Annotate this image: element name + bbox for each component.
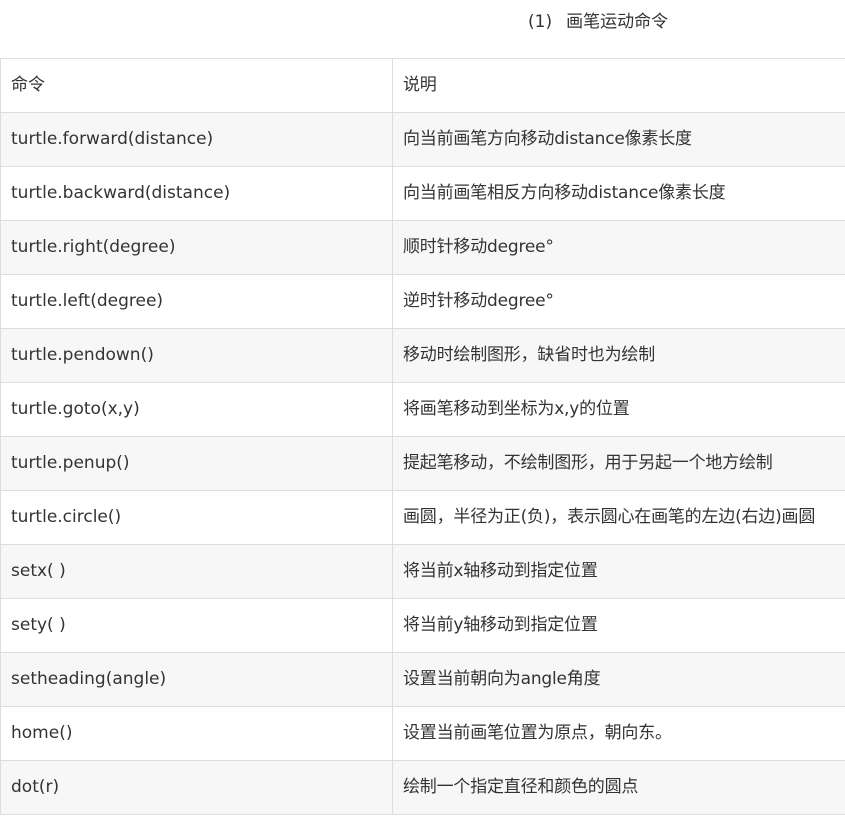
command-cell: sety( ) (0, 598, 393, 653)
description-cell: 设置当前画笔位置为原点，朝向东。 (392, 706, 845, 761)
table-row: setx( ) 将当前x轴移动到指定位置 (0, 544, 845, 599)
description-cell: 将当前y轴移动到指定位置 (392, 598, 845, 653)
command-cell: turtle.left(degree) (0, 274, 393, 329)
table-row: turtle.circle() 画圆，半径为正(负)，表示圆心在画笔的左边(右边… (0, 490, 845, 545)
description-cell: 绘制一个指定直径和颜色的圆点 (392, 760, 845, 815)
command-cell: dot(r) (0, 760, 393, 815)
table-row: turtle.forward(distance) 向当前画笔方向移动distan… (0, 112, 845, 167)
table-header-row: 命令 说明 (0, 58, 845, 113)
command-cell: setheading(angle) (0, 652, 393, 707)
table-row: turtle.right(degree) 顺时针移动degree° (0, 220, 845, 275)
command-cell: turtle.right(degree) (0, 220, 393, 275)
table-row: turtle.left(degree) 逆时针移动degree° (0, 274, 845, 329)
table-row: turtle.goto(x,y) 将画笔移动到坐标为x,y的位置 (0, 382, 845, 437)
description-cell: 向当前画笔相反方向移动distance像素长度 (392, 166, 845, 221)
command-cell: turtle.penup() (0, 436, 393, 491)
section-title: 画笔运动命令 (566, 12, 669, 32)
description-cell: 将画笔移动到坐标为x,y的位置 (392, 382, 845, 437)
section-heading: (1) 画笔运动命令 (0, 0, 845, 44)
table-row: turtle.backward(distance) 向当前画笔相反方向移动dis… (0, 166, 845, 221)
table-row: sety( ) 将当前y轴移动到指定位置 (0, 598, 845, 653)
command-table: 命令 说明 turtle.forward(distance) 向当前画笔方向移动… (0, 58, 845, 815)
column-header-command: 命令 (0, 58, 393, 113)
column-header-description: 说明 (392, 58, 845, 113)
command-cell: setx( ) (0, 544, 393, 599)
description-cell: 提起笔移动，不绘制图形，用于另起一个地方绘制 (392, 436, 845, 491)
description-cell: 移动时绘制图形，缺省时也为绘制 (392, 328, 845, 383)
command-cell: turtle.forward(distance) (0, 112, 393, 167)
command-cell: home() (0, 706, 393, 761)
table-row: home() 设置当前画笔位置为原点，朝向东。 (0, 706, 845, 761)
table-row: turtle.pendown() 移动时绘制图形，缺省时也为绘制 (0, 328, 845, 383)
description-cell: 画圆，半径为正(负)，表示圆心在画笔的左边(右边)画圆 (392, 490, 845, 545)
command-cell: turtle.circle() (0, 490, 393, 545)
command-cell: turtle.backward(distance) (0, 166, 393, 221)
table-row: dot(r) 绘制一个指定直径和颜色的圆点 (0, 760, 845, 815)
table-row: setheading(angle) 设置当前朝向为angle角度 (0, 652, 845, 707)
description-cell: 顺时针移动degree° (392, 220, 845, 275)
section-number: (1) (528, 12, 553, 32)
description-cell: 将当前x轴移动到指定位置 (392, 544, 845, 599)
document-page: (1) 画笔运动命令 命令 说明 turtle.forward(distance)… (0, 0, 845, 816)
description-cell: 设置当前朝向为angle角度 (392, 652, 845, 707)
description-cell: 向当前画笔方向移动distance像素长度 (392, 112, 845, 167)
table-row: turtle.penup() 提起笔移动，不绘制图形，用于另起一个地方绘制 (0, 436, 845, 491)
description-cell: 逆时针移动degree° (392, 274, 845, 329)
command-cell: turtle.pendown() (0, 328, 393, 383)
command-cell: turtle.goto(x,y) (0, 382, 393, 437)
